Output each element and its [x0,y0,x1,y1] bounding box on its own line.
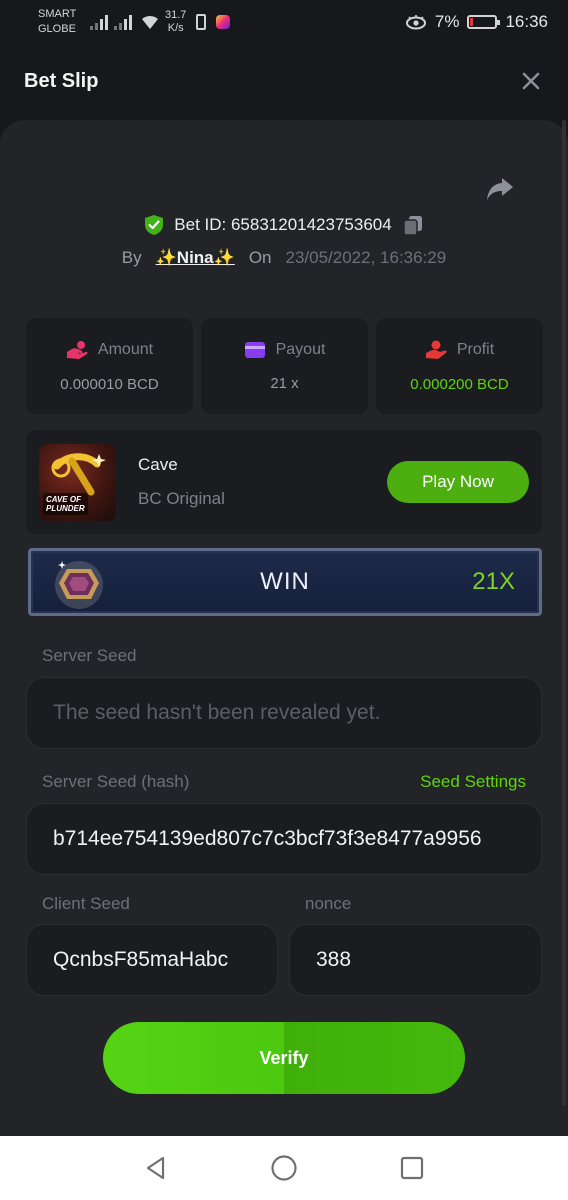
carrier-name: SMART GLOBE [38,7,84,37]
profit-value: 0.000200 BCD [410,375,509,393]
speed-unit: K/s [167,22,184,34]
game-card: CAVE OF PLUNDER Cave BC Original Play No… [26,430,542,534]
signal-icon-2 [114,14,132,30]
recents-square-icon [400,1156,424,1180]
by-label: By [121,248,142,267]
server-seed-field[interactable]: The seed hasn't been revealed yet. [26,677,542,749]
nav-home-button[interactable] [270,1154,298,1182]
bet-id-row: Bet ID: 65831201423753604 [0,214,568,236]
payout-value: 21 x [270,374,299,392]
bet-byline: By ✨Nina✨ On 23/05/2022, 16:36:29 [0,248,568,268]
profit-label: Profit [456,340,495,358]
result-multiplier: 21X [472,568,515,595]
payout-label: Payout [275,340,326,358]
home-circle-icon [271,1155,297,1181]
bet-id: Bet ID: 65831201423753604 [174,215,392,234]
bet-slip-panel: Bet ID: 65831201423753604 By ✨Nina✨ On 2… [0,120,568,1136]
payout-card: Payout 21 x [201,318,368,414]
eye-comfort-icon [405,15,426,30]
server-seed-label: Server Seed [42,646,137,665]
nav-recents-button[interactable] [398,1154,426,1182]
share-button[interactable] [484,172,516,204]
game-thumbnail[interactable]: CAVE OF PLUNDER [39,443,116,521]
client-seed-label: Client Seed [42,894,130,913]
page-title: Bet Slip [24,69,99,92]
amount-label: Amount [97,340,154,358]
game-provider: BC Original [138,489,225,508]
wallet-card-icon [244,341,265,358]
bet-date: 23/05/2022, 16:36:29 [285,248,447,267]
hand-coins-icon [66,340,88,359]
amount-value: 0.000010 BCD [60,375,159,393]
share-icon [487,178,513,200]
system-nav-bar [0,1136,568,1200]
play-now-button[interactable]: Play Now [387,461,529,503]
close-button[interactable] [516,66,546,96]
verified-shield-icon [145,215,164,235]
nonce-label: nonce [305,894,352,913]
carrier-line-2: GLOBE [38,23,76,35]
back-triangle-icon [146,1156,165,1180]
battery-icon [467,15,501,29]
thumb-text-line-2: PLUNDER [46,503,85,513]
instagram-icon [216,15,231,29]
profit-hand-icon [425,340,447,359]
signal-icon [90,14,108,30]
bet-slip-header: Bet Slip [0,44,568,118]
network-speed: 31.7 K/s [165,9,186,35]
result-label: WIN [260,568,310,595]
on-label: On [248,248,272,267]
stats-row: Amount 0.000010 BCD Payout 21 x Profit 0… [26,318,543,414]
copy-icon[interactable] [402,214,424,236]
thumb-text-line-1: CAVE OF [46,494,81,504]
status-bar: SMART GLOBE 31.7 K/s 7% 16:36 [0,0,568,44]
nonce-field[interactable]: 388 [289,924,542,996]
verify-button[interactable]: Verify [103,1022,465,1094]
game-name[interactable]: Cave [138,455,225,475]
gem-icon [55,561,103,609]
carrier-line-1: SMART [38,8,77,20]
amount-card: Amount 0.000010 BCD [26,318,193,414]
wifi-icon [142,15,158,29]
clock: 16:36 [505,12,548,31]
client-seed-field[interactable]: QcnbsF85maHabc [26,924,278,996]
phone-icon [196,14,207,30]
battery-percent: 7% [434,12,460,31]
speed-value: 31.7 [165,9,187,21]
nav-back-button[interactable] [142,1154,170,1182]
user-link[interactable]: ✨Nina✨ [156,248,235,268]
seed-settings-link[interactable]: Seed Settings [420,772,526,792]
server-seed-hash-label: Server Seed (hash) [42,772,190,791]
server-seed-hash-field[interactable]: b714ee754139ed807c7c3bcf73f3e8477a9956 [26,803,542,875]
win-result-banner: WIN 21X [28,548,542,616]
game-thumbnail-title: CAVE OF PLUNDER [43,492,88,515]
profit-card: Profit 0.000200 BCD [376,318,543,414]
close-icon [522,72,540,90]
